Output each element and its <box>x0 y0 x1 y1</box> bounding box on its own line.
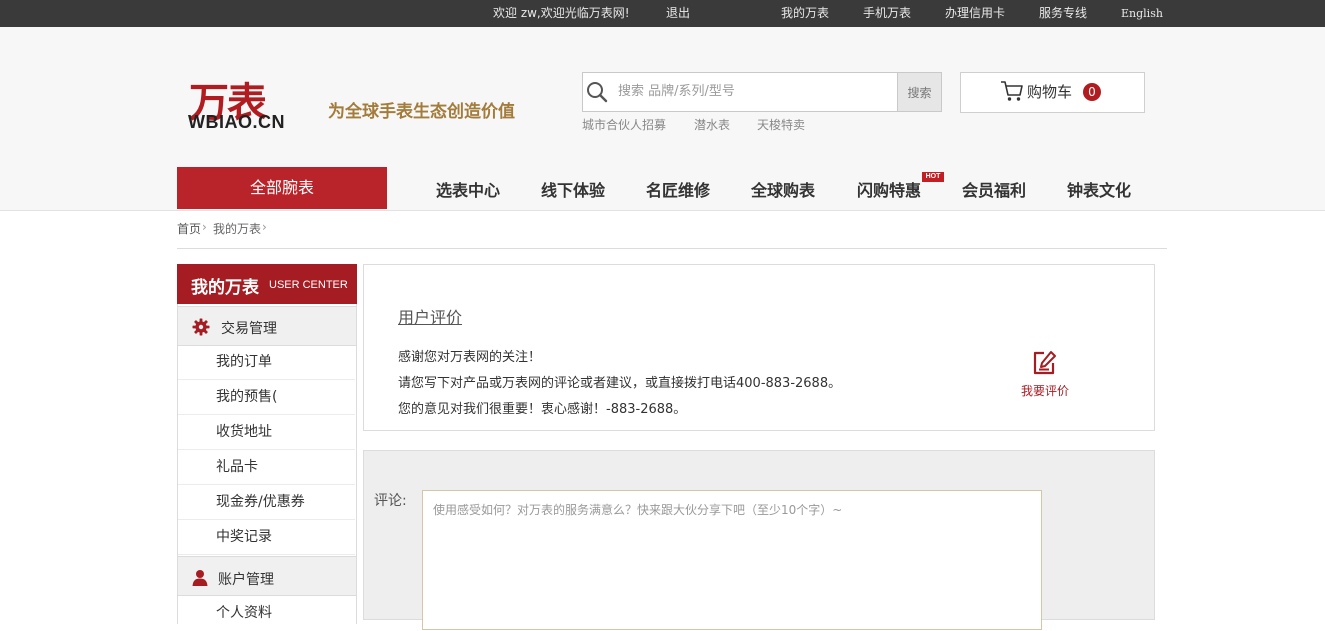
cart-icon <box>1001 81 1023 101</box>
breadcrumb-separator: › <box>262 220 267 234</box>
nav-item-flash-sale[interactable]: 闪购特惠 <box>857 177 921 201</box>
write-review-link[interactable]: 我要评价 <box>1021 382 1069 399</box>
review-text-line: 请您写下对产品或万表网的评论或者建议，或直接拨打电话400-883-2688。 <box>398 376 842 391</box>
sidebar-item-address[interactable]: 收货地址 <box>178 415 355 450</box>
edit-icon[interactable] <box>1031 350 1057 376</box>
review-text-line: 您的意见对我们很重要！衷心感谢！-883-2688。 <box>398 402 687 417</box>
my-wbiao-link[interactable]: 我的万表 <box>781 0 829 27</box>
welcome-text: 欢迎 zw,欢迎光临万表网! <box>493 6 630 20</box>
sidebar-section-label: 账户管理 <box>218 572 274 588</box>
review-title: 用户评价 <box>398 308 463 327</box>
nav-item-member[interactable]: 会员福利 <box>962 177 1026 201</box>
nav-item-culture[interactable]: 钟表文化 <box>1067 177 1131 201</box>
search-button[interactable]: 搜索 <box>897 72 942 112</box>
service-hotline-link[interactable]: 服务专线 <box>1039 0 1087 27</box>
sidebar-item-coupons[interactable]: 现金券/优惠券 <box>178 485 355 520</box>
nav-item-global[interactable]: 全球购表 <box>751 177 815 201</box>
nav-item-repair[interactable]: 名匠维修 <box>646 177 710 201</box>
search-icon <box>587 82 608 103</box>
hot-link-partner[interactable]: 城市合伙人招募 <box>582 116 666 133</box>
mobile-wbiao-link[interactable]: 手机万表 <box>863 0 911 27</box>
gear-icon <box>192 318 210 336</box>
logo-en[interactable]: WBIAO.CN <box>188 112 285 133</box>
breadcrumb-current[interactable]: 我的万表 <box>213 220 261 237</box>
breadcrumb-separator: › <box>202 220 207 234</box>
breadcrumb-home[interactable]: 首页 <box>177 220 201 237</box>
all-watches-menu[interactable]: 全部腕表 <box>177 167 387 209</box>
nav-item-select-center[interactable]: 选表中心 <box>436 177 500 201</box>
sidebar-item-presale[interactable]: 我的预售( <box>178 380 355 415</box>
breadcrumb-divider <box>177 248 1167 249</box>
comment-label: 评论: <box>374 493 407 509</box>
credit-card-link[interactable]: 办理信用卡 <box>945 0 1005 27</box>
slogan: 为全球手表生态创造价值 <box>328 102 515 122</box>
top-bar: 欢迎 zw,欢迎光临万表网! 退出 我的万表 手机万表 办理信用卡 服务专线 E… <box>0 0 1325 27</box>
review-text-line: 感谢您对万表网的关注！ <box>398 350 542 365</box>
user-icon <box>192 570 208 586</box>
sidebar-title-en: USER CENTER <box>269 279 348 291</box>
hot-link-dive-watch[interactable]: 潜水表 <box>694 116 730 133</box>
comment-textarea[interactable] <box>422 490 1042 630</box>
logout-link[interactable]: 退出 <box>666 0 690 27</box>
english-link[interactable]: English <box>1121 0 1163 27</box>
cart-count-badge: 0 <box>1083 83 1101 101</box>
hot-badge: HOT <box>922 172 944 182</box>
cart-label: 购物车 <box>1027 83 1073 101</box>
sidebar-title: 我的万表 <box>191 278 259 298</box>
sidebar-item-profile[interactable]: 个人资料 <box>178 596 355 631</box>
sidebar-section-label: 交易管理 <box>221 321 277 337</box>
sidebar-item-gift-card[interactable]: 礼品卡 <box>178 450 355 485</box>
hot-link-tissot-sale[interactable]: 天梭特卖 <box>757 116 805 133</box>
nav-item-offline[interactable]: 线下体验 <box>541 177 605 201</box>
sidebar-item-orders[interactable]: 我的订单 <box>178 345 355 380</box>
sidebar-item-prizes[interactable]: 中奖记录 <box>178 520 355 555</box>
search-input[interactable] <box>614 74 900 108</box>
